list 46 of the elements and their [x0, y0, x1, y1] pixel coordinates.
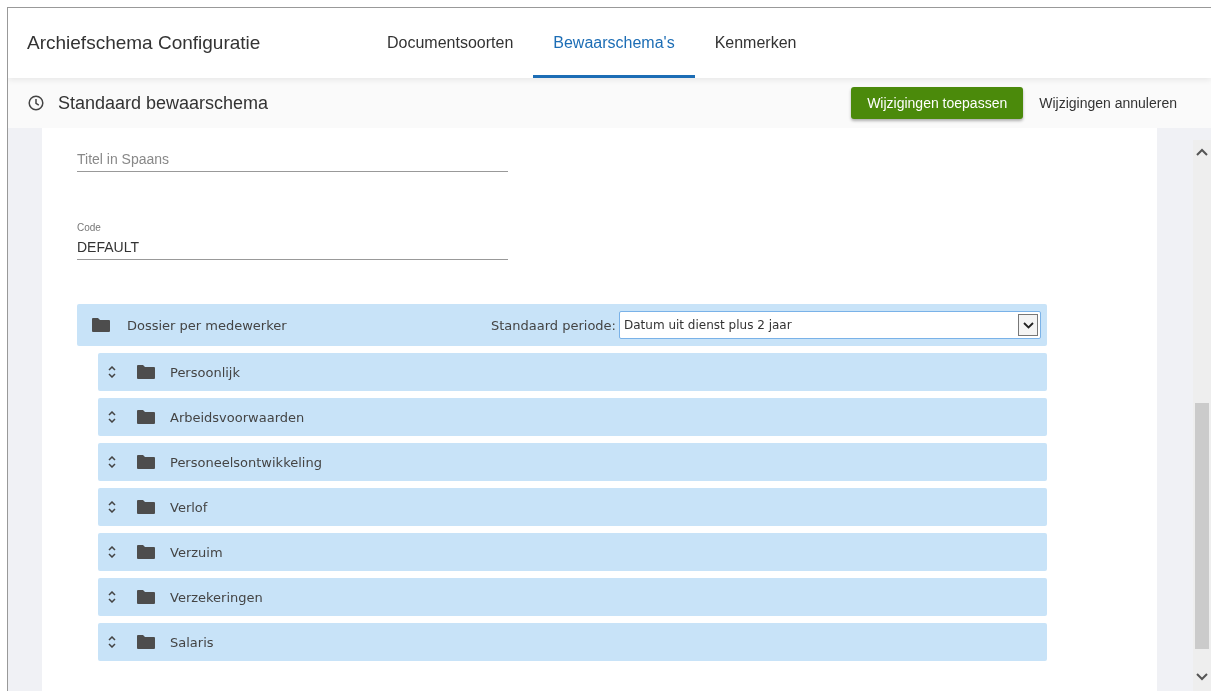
- sort-icon[interactable]: [108, 636, 116, 648]
- tab[interactable]: Kenmerken: [694, 8, 817, 78]
- chevron-down-icon[interactable]: [1196, 673, 1208, 681]
- folder-icon: [136, 634, 156, 650]
- folder-icon: [136, 454, 156, 470]
- folder-row[interactable]: Verzuim: [98, 533, 1047, 571]
- tab[interactable]: Documentsoorten: [367, 8, 534, 78]
- folder-name: Arbeidsvoorwaarden: [170, 409, 305, 425]
- folder-icon: [136, 544, 156, 560]
- folder-name: Personeelsontwikkeling: [170, 454, 322, 470]
- folder-row[interactable]: Salaris: [98, 623, 1047, 661]
- folder-icon: [136, 499, 156, 515]
- chevron-down-icon: [1022, 321, 1034, 329]
- folder-icon: [136, 364, 156, 380]
- folder-icon: [136, 409, 156, 425]
- text-field[interactable]: Code DEFAULT: [77, 222, 508, 260]
- folder-name: Verzekeringen: [170, 589, 263, 605]
- folder-row[interactable]: Arbeidsvoorwaarden: [98, 398, 1047, 436]
- folder-icon: [136, 589, 156, 605]
- apply-button[interactable]: Wijzigingen toepassen: [851, 87, 1024, 119]
- folder-name: Dossier per medewerker: [127, 317, 288, 333]
- sort-icon[interactable]: [108, 456, 116, 468]
- sort-icon[interactable]: [108, 501, 116, 513]
- folder-name: Salaris: [170, 634, 214, 650]
- sort-icon[interactable]: [108, 546, 116, 558]
- folder-name: Verlof: [170, 499, 208, 515]
- text-field[interactable]: Titel in Spaans: [77, 134, 508, 172]
- folder-row[interactable]: Personeelsontwikkeling: [98, 443, 1047, 481]
- sort-icon[interactable]: [108, 411, 116, 423]
- folder-name: Persoonlijk: [170, 364, 240, 380]
- sort-icon[interactable]: [108, 591, 116, 603]
- app-title: Archiefschema Configuratie: [26, 31, 262, 55]
- chevron-up-icon[interactable]: [1196, 148, 1208, 156]
- folder-row[interactable]: Persoonlijk: [98, 353, 1047, 391]
- period-label: Standaard periode:: [490, 317, 616, 333]
- cancel-button[interactable]: Wijzigingen annuleren: [1023, 87, 1185, 119]
- folder-row[interactable]: Verlof: [98, 488, 1047, 526]
- sort-icon[interactable]: [108, 366, 116, 378]
- folder-name: Verzuim: [170, 544, 223, 560]
- folder-icon: [91, 317, 111, 333]
- folder-row[interactable]: Dossier per medewerker Standaard periode: Datum uit dienst plus 2 jaar: [77, 304, 1047, 346]
- clock-icon: [28, 95, 44, 111]
- scrollbar[interactable]: [1193, 140, 1211, 691]
- schema-title: Standaard bewaarschema: [58, 92, 270, 114]
- folder-row[interactable]: Verzekeringen: [98, 578, 1047, 616]
- period-select[interactable]: Datum uit dienst plus 2 jaar: [619, 311, 1041, 339]
